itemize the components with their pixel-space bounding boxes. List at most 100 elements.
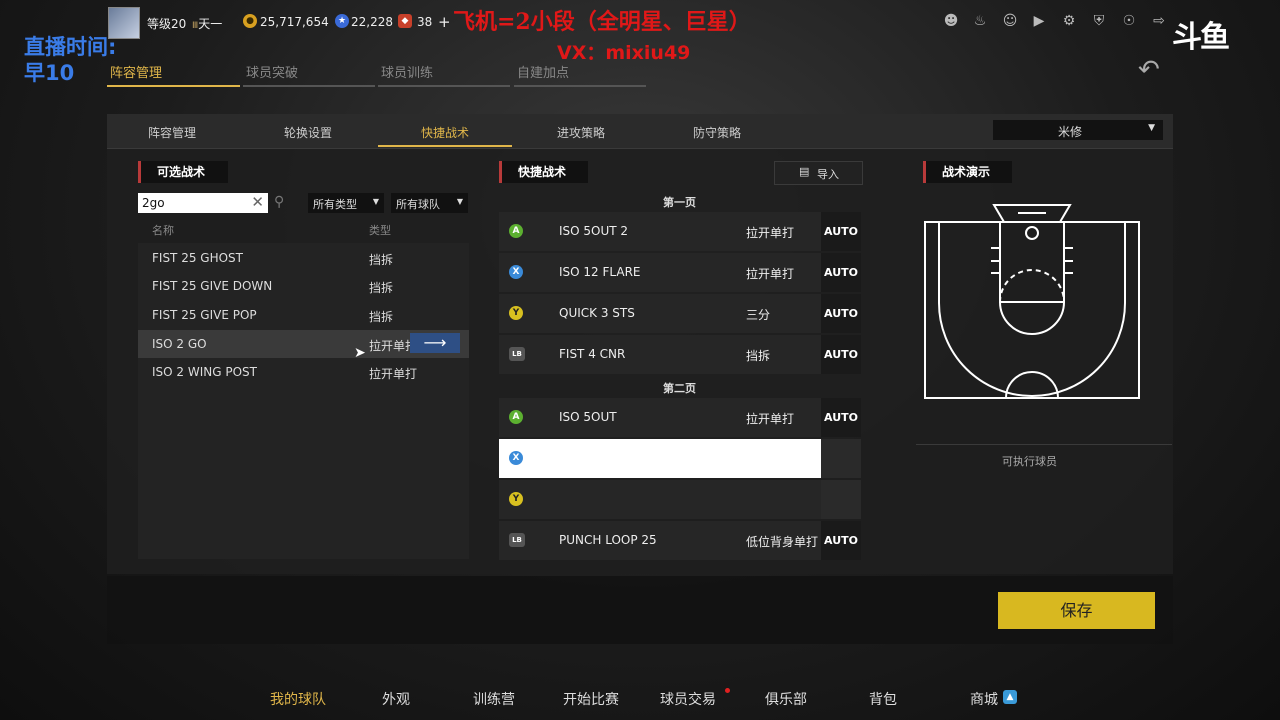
points-icon: ◆ [398,14,412,28]
button-y-icon: Y [509,492,523,506]
tab-lineup[interactable]: 阵容管理 [110,62,162,81]
play-name: ISO 2 GO [152,337,207,351]
nav-my-team[interactable]: 我的球队 [270,689,326,709]
quick-play-slot[interactable]: LB PUNCH LOOP 25 低位背身单打 AUTO [499,521,861,560]
notification-dot [725,688,730,693]
available-plays-heading: 可选战术 [138,161,228,183]
subtab-defense[interactable]: 防守策略 [693,124,741,141]
quick-play-slot[interactable]: X ISO 12 FLARE 拉开单打 AUTO [499,253,861,292]
button-x-icon: X [509,265,523,279]
quick-play-slot[interactable]: A ISO 5OUT 拉开单打 AUTO [499,398,861,437]
save-button[interactable]: 保存 [998,592,1155,629]
star-token-icon: ★ [335,14,349,28]
play-list-item[interactable]: FIST 25 GIVE POP 挡拆 [138,301,469,329]
stream-time-label: 直播时间: 早10 [24,35,117,85]
quick-play-slot[interactable]: A ISO 5OUT 2 拉开单打 AUTO [499,212,861,251]
subtab-offense[interactable]: 进攻策略 [557,124,605,141]
slot-play-name: ISO 5OUT 2 [559,224,629,238]
nav-appearance[interactable]: 外观 [382,689,410,709]
slot-play-type: 三分 [746,308,771,322]
play-name: ISO 2 WING POST [152,365,257,379]
play-name: FIST 25 GIVE POP [152,308,257,322]
nav-training-camp[interactable]: 训练营 [473,689,515,709]
play-type: 拉开单打 [369,367,418,381]
search-icon[interactable]: ⚲ [274,194,284,210]
team-dropdown[interactable]: 米修 ▼ [993,120,1163,140]
auto-player-icon[interactable]: AUTO [821,521,861,560]
empty-player-slot[interactable] [821,480,861,519]
tab-training[interactable]: 球员训练 [381,62,433,81]
friends-icon[interactable]: ☺ [1002,13,1018,29]
star-token-count: 22,228 [351,15,393,29]
subtab-quick-plays[interactable]: 快捷战术 [421,124,469,141]
auto-player-icon[interactable]: AUTO [821,212,861,251]
button-lb-icon: LB [509,533,525,547]
auto-player-icon[interactable]: AUTO [821,294,861,333]
shield-icon[interactable]: ⛨ [1091,13,1107,29]
slot-play-name: ISO 12 FLARE [559,265,641,279]
back-arrow-icon[interactable]: ↶ [1138,55,1160,85]
bell-icon[interactable]: ♨ [972,13,988,29]
add-currency-button[interactable]: + [438,13,451,31]
play-list-item[interactable]: FIST 25 GHOST 挡拆 [138,244,469,272]
nav-start-game[interactable]: 开始比赛 [563,689,619,709]
play-list-item[interactable]: FIST 25 GIVE DOWN 挡拆 [138,272,469,300]
team-dropdown-value: 米修 [1058,125,1083,139]
play-list-item[interactable]: ISO 2 WING POST 拉开单打 [138,358,469,386]
column-type-header: 类型 [369,224,391,237]
play-demo-heading: 战术演示 [923,161,1012,183]
stream-overlay-contact: VX：mixiu49 [557,42,691,64]
video-icon[interactable]: ▶ [1031,13,1047,29]
empty-player-slot[interactable] [821,439,861,478]
quick-play-slot[interactable]: Y [499,480,861,519]
slot-play-type: 拉开单打 [746,267,795,281]
tab-custom-points[interactable]: 自建加点 [517,62,569,81]
quick-play-slot[interactable]: LB FIST 4 CNR 挡拆 AUTO [499,335,861,374]
points-count: 38 [417,15,433,29]
stream-overlay-title: 飞机=2小段（全明星、巨星） [453,9,751,35]
button-x-icon: X [509,451,523,465]
nav-backpack[interactable]: 背包 [869,689,897,709]
player-level: 等级20 [147,17,187,31]
nav-player-trade[interactable]: 球员交易 [660,689,716,709]
button-a-icon: A [509,410,523,424]
team-filter-dropdown[interactable]: 所有球队 ▼ [391,193,468,213]
profile-icon[interactable]: ☻ [943,13,959,29]
auto-player-icon[interactable]: AUTO [821,335,861,374]
button-y-icon: Y [509,306,523,320]
nav-shop[interactable]: 商城 [970,689,998,709]
play-name: FIST 25 GIVE DOWN [152,279,273,293]
nav-club[interactable]: 俱乐部 [765,689,807,709]
auto-player-icon[interactable]: AUTO [821,398,861,437]
slot-play-type: 低位背身单打 [746,535,819,549]
douyu-logo: 斗鱼 [1172,20,1230,55]
shop-badge-icon: ▲ [1003,690,1017,704]
page-two-label: 第二页 [663,382,696,395]
subtab-rotation[interactable]: 轮换设置 [284,124,332,141]
headset-icon[interactable]: ☉ [1121,13,1137,29]
auto-player-icon[interactable]: AUTO [821,253,861,292]
executing-players-label: 可执行球员 [1002,455,1057,468]
chevron-down-icon: ▼ [1148,123,1155,133]
subtab-lineup[interactable]: 阵容管理 [148,124,196,141]
clear-search-icon[interactable]: ✕ [251,193,264,211]
quick-play-slot[interactable]: Y QUICK 3 STS 三分 AUTO [499,294,861,333]
tab-custom-points-underline [514,85,646,87]
tab-breakthrough-underline [243,85,375,87]
court-diagram [924,203,1140,399]
import-button[interactable]: ▤ 导入 [774,161,863,185]
type-filter-dropdown[interactable]: 所有类型 ▼ [308,193,384,213]
search-input[interactable]: 2go ✕ [138,193,268,213]
button-a-icon: A [509,224,523,238]
quick-play-slot-selected[interactable]: X [499,439,861,478]
chevron-down-icon: ▼ [456,197,463,206]
folder-icon: ▤ [799,165,810,178]
team-filter-value: 所有球队 [396,198,440,211]
tab-breakthrough[interactable]: 球员突破 [246,62,298,81]
gear-icon[interactable]: ⚙ [1061,13,1077,29]
exit-icon[interactable]: ⇨ [1151,13,1167,29]
slot-play-name: QUICK 3 STS [559,306,635,320]
play-type: 挡拆 [369,281,394,295]
add-play-arrow-icon[interactable]: ⟶ [410,333,460,353]
slot-play-name: PUNCH LOOP 25 [559,533,657,547]
